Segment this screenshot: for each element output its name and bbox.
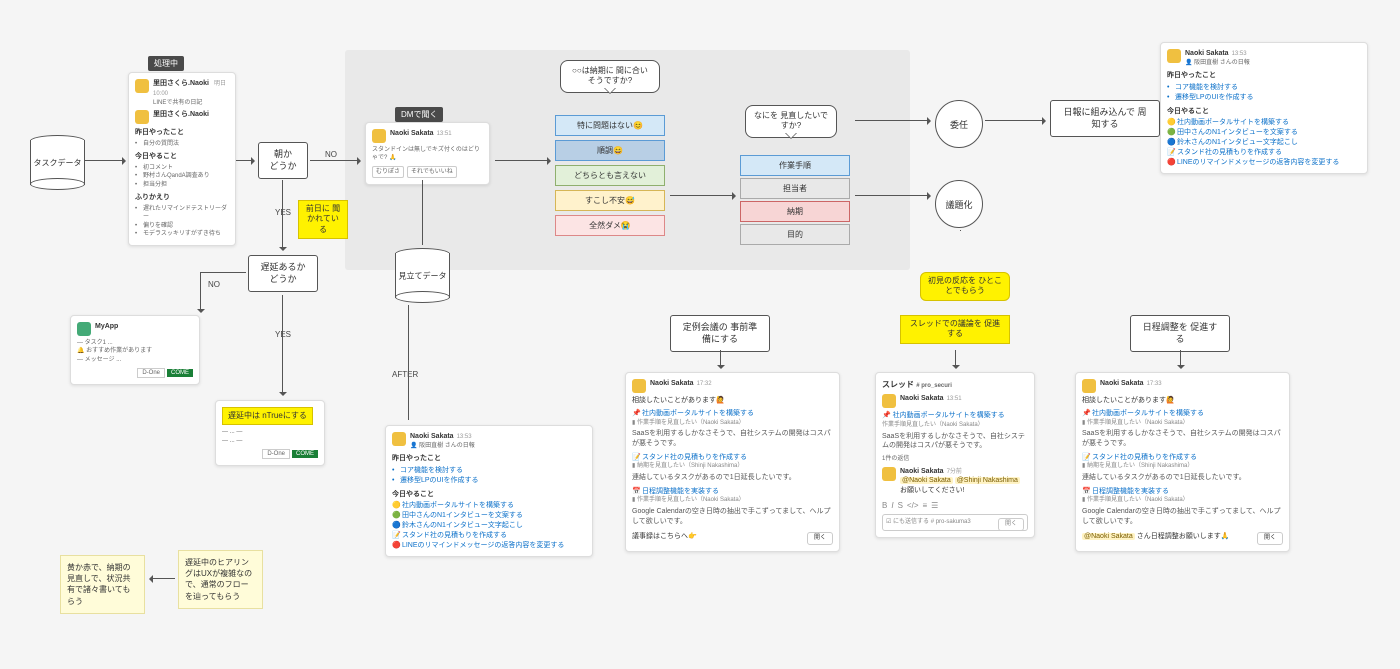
slack-report-mid: Naoki Sakata13:53👤 阪田直樹 さんの日報 昨日やったこと コア… xyxy=(385,425,593,557)
opt-status-3[interactable]: すこし不安😅 xyxy=(555,190,665,211)
slack-myapp: MyApp — タスク1 ... 🔔 おすすめ作業があります — メッセージ .… xyxy=(70,315,200,385)
opt-status-1[interactable]: 順調😄 xyxy=(555,140,665,161)
editor-toolbar[interactable]: BIS</>≡☰ xyxy=(882,500,1028,511)
decision-delayed: 遅延あるか どうか xyxy=(248,255,318,292)
arrow xyxy=(408,305,409,420)
slack-thread: スレッド # pro_securi Naoki Sakata13:51 📌 社内… xyxy=(875,372,1035,538)
arrow xyxy=(236,160,254,161)
node-report: 日報に組み込んで 周知する xyxy=(1050,100,1160,137)
arrow xyxy=(960,230,961,231)
dm-ask-tag: DMで聞く xyxy=(395,107,443,122)
bubble-first-reaction: 初見の反応を ひとことでもらう xyxy=(920,272,1010,301)
processing-tag: 処理中 xyxy=(148,56,184,71)
slack-left-log: 里田さくら.Naoki 明日 10:00LINEで共有の日記 里田さくら.Nao… xyxy=(128,72,236,246)
label-no-1: NO xyxy=(325,150,337,159)
opt-revise-3[interactable]: 目的 xyxy=(740,224,850,245)
node-thread-push: スレッドでの議論を 促進する xyxy=(900,315,1010,344)
arrow xyxy=(720,350,721,368)
reply-input[interactable]: ☑ にも送信する # pro-sakuma3開く xyxy=(882,514,1028,530)
slack-schedule: Naoki Sakata17:33 相談したいことがあります🙋 📌 社内動画ポー… xyxy=(1075,372,1290,552)
avatar xyxy=(1167,49,1181,63)
arrow xyxy=(282,295,283,395)
open-button[interactable]: 開く xyxy=(998,518,1024,530)
label-yes-2: YES xyxy=(275,330,291,339)
slack-report-top: Naoki Sakata13:53👤 阪田直樹 さんの日報 昨日やったこと コア… xyxy=(1160,42,1368,174)
btn-come[interactable]: COME xyxy=(167,369,193,377)
arrow xyxy=(85,160,125,161)
avatar xyxy=(135,79,149,93)
label-yes-1: YES xyxy=(275,208,291,217)
arrow xyxy=(855,120,930,121)
bubble-on-time: ○○は納期に 間に合いそうですか? xyxy=(560,60,660,93)
circle-delegate: 委任 xyxy=(935,100,983,148)
decision-morning: 朝か どうか xyxy=(258,142,308,179)
btn-done[interactable]: D-One xyxy=(262,449,290,459)
btn-done[interactable]: D-One xyxy=(137,368,165,378)
opt-revise-0[interactable]: 作業手順 xyxy=(740,155,850,176)
arrow xyxy=(1180,350,1181,368)
arrow xyxy=(310,160,360,161)
sticky-left2: 遅延中のヒアリングはUXが複雑なので、通常のフローを辿ってもらう xyxy=(178,550,263,609)
label-no-2: NO xyxy=(208,280,220,289)
btn-come[interactable]: COME xyxy=(292,450,318,458)
opt-revise-1[interactable]: 担当者 xyxy=(740,178,850,199)
arrow xyxy=(200,272,246,273)
highlight-prev-day: 前日に 聞かれている xyxy=(298,200,348,239)
bubble-revise: なにを 見直したいですか? xyxy=(745,105,837,138)
open-button[interactable]: 開く xyxy=(1257,532,1283,544)
avatar xyxy=(392,432,406,446)
arrow xyxy=(150,578,175,579)
arrow xyxy=(985,120,1045,121)
label-after: AFTER xyxy=(392,370,418,379)
arrow xyxy=(200,272,201,312)
opt-status-4[interactable]: 全然ダメ😭 xyxy=(555,215,665,236)
opt-status-0[interactable]: 特に問題はない😊 xyxy=(555,115,665,136)
avatar xyxy=(882,394,896,408)
slack-delayed: 遅延中は nTrueにする — ... — — ... — D-OneCOME xyxy=(215,400,325,466)
cylinder-estimate-data: 見立てデータ xyxy=(395,248,450,303)
opt-status-2[interactable]: どちらとも言えない xyxy=(555,165,665,186)
arrow xyxy=(670,195,735,196)
arrow xyxy=(955,350,956,368)
sticky-left1: 黄か赤で、納期の見直しで、状況共有で諸々書いてもらう xyxy=(60,555,145,614)
slack-meeting: Naoki Sakata17:32 相談したいことがあります🙋 📌 社内動画ポー… xyxy=(625,372,840,552)
avatar xyxy=(135,110,149,124)
opt-revise-2[interactable]: 納期 xyxy=(740,201,850,222)
circle-issue: 議題化 xyxy=(935,180,983,228)
open-button[interactable]: 開く xyxy=(807,532,833,544)
cylinder-task-data: タスクデータ xyxy=(30,135,85,190)
slack-dm: Naoki Sakata13:51 スタンドインは無しでキズ付くのはどりゃで? … xyxy=(365,122,490,185)
arrow xyxy=(855,195,930,196)
node-meeting-prep: 定例会議の 事前準備にする xyxy=(670,315,770,352)
avatar xyxy=(1082,379,1096,393)
arrow xyxy=(282,180,283,250)
avatar xyxy=(882,467,896,481)
avatar xyxy=(632,379,646,393)
app-icon xyxy=(77,322,91,336)
arrow xyxy=(422,180,423,245)
avatar xyxy=(372,129,386,143)
arrow xyxy=(495,160,550,161)
node-schedule-push: 日程調整を 促進する xyxy=(1130,315,1230,352)
